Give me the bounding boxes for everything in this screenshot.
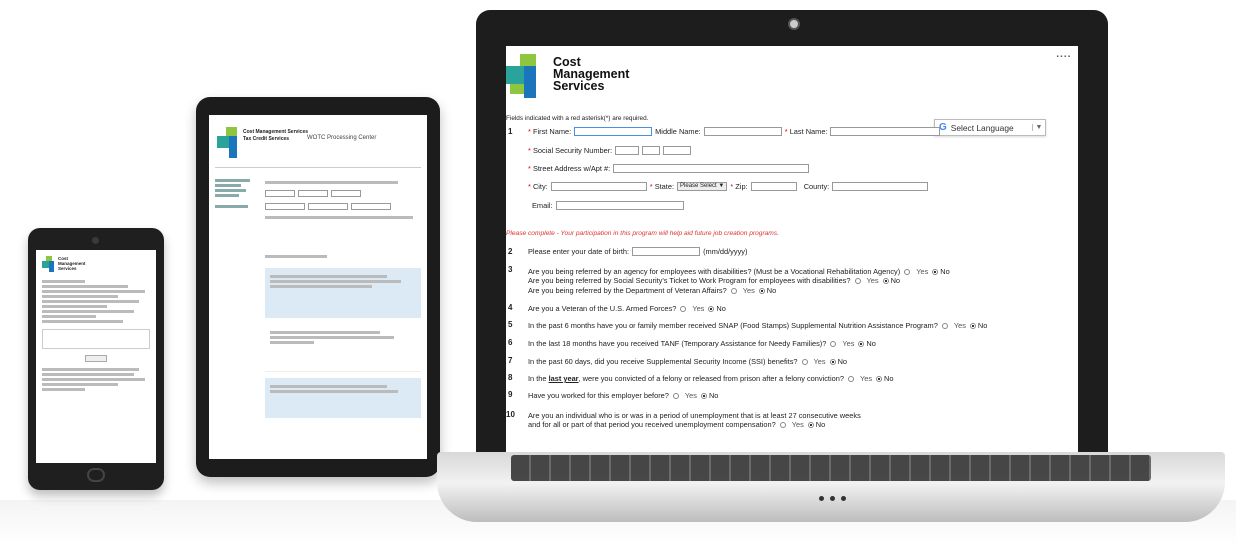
- q10-no-radio[interactable]: [807, 421, 814, 428]
- language-flags[interactable]: ▪ ▪ ▪ ▪: [1056, 54, 1070, 60]
- q3c-no-radio[interactable]: [758, 287, 765, 294]
- q10-yes-radio[interactable]: [779, 421, 786, 428]
- question-5-text: In the past 6 months have you or family …: [528, 321, 938, 330]
- chevron-down-icon: ▼: [1032, 124, 1045, 131]
- tablet-sidebar: [215, 177, 259, 210]
- question-number-8: 8: [508, 373, 513, 382]
- q7-yes-radio[interactable]: [801, 358, 808, 365]
- q4-yes-radio[interactable]: [680, 305, 687, 312]
- phone-screen: Cost Management Services: [36, 250, 156, 463]
- email-label: Email:: [532, 201, 553, 210]
- question-10a-text: Are you an individual who is or was in a…: [528, 411, 861, 420]
- street-label: Street Address w/Apt #:: [532, 164, 611, 173]
- question-number-7: 7: [508, 356, 513, 365]
- q3a-no-radio[interactable]: [932, 268, 939, 275]
- cms-logo: [506, 54, 542, 98]
- question-3b-text: Are you being referred by Social Securit…: [528, 276, 851, 285]
- q4-no-radio[interactable]: [708, 305, 715, 312]
- question-9-text: Have you worked for this employer before…: [528, 391, 669, 400]
- county-label: County:: [803, 182, 830, 191]
- middle-name-input[interactable]: [703, 127, 782, 136]
- q3b-yes-radio[interactable]: [854, 277, 861, 284]
- dob-format-hint: (mm/dd/yyyy): [703, 247, 748, 256]
- question-number-10: 10: [506, 410, 515, 419]
- select-language-button[interactable]: G Select Language ▼: [934, 119, 1046, 136]
- question-6-text: In the last 18 months have you received …: [528, 339, 827, 348]
- city-input[interactable]: [550, 182, 647, 191]
- tablet-results: [265, 253, 421, 418]
- laptop-base: [437, 452, 1225, 522]
- laptop-screen: Cost Management Services ▪ ▪ ▪ ▪ Fields in…: [506, 46, 1078, 458]
- dob-input[interactable]: [632, 247, 701, 256]
- laptop-camera: [788, 18, 800, 30]
- phone-device: Cost Management Services: [28, 228, 164, 490]
- email-input[interactable]: [555, 201, 684, 210]
- q5-no-radio[interactable]: [969, 322, 976, 329]
- phone-brand: Cost Management Services: [58, 256, 86, 271]
- tablet-logo: [217, 127, 241, 159]
- question-3a-text: Are you being referred by an agency for …: [528, 267, 901, 276]
- q8-yes-radio[interactable]: [847, 375, 854, 382]
- city-label: City:: [532, 182, 548, 191]
- tablet-search-panel: [265, 179, 421, 221]
- zip-label: Zip:: [735, 182, 748, 191]
- question-number-1: 1: [508, 127, 513, 136]
- laptop-indicator-dots: [819, 496, 846, 501]
- dob-label: Please enter your date of birth:: [528, 247, 630, 256]
- question-10b-text: and for all or part of that period you r…: [528, 420, 776, 429]
- tablet-device: Cost Management Services Tax Credit Servi…: [196, 97, 440, 477]
- question-number-9: 9: [508, 390, 513, 399]
- q3c-yes-radio[interactable]: [730, 287, 737, 294]
- middle-name-label: Middle Name:: [655, 127, 701, 136]
- tablet-brand: Cost Management Services Tax Credit Servi…: [243, 129, 309, 142]
- phone-logo: [42, 256, 54, 272]
- first-name-input[interactable]: [574, 127, 653, 136]
- question-number-2: 2: [508, 247, 513, 256]
- q6-yes-radio[interactable]: [830, 340, 837, 347]
- q3b-no-radio[interactable]: [882, 277, 889, 284]
- zip-input[interactable]: [750, 182, 797, 191]
- last-name-input[interactable]: [830, 127, 941, 136]
- q8-no-radio[interactable]: [876, 375, 883, 382]
- q7-no-radio[interactable]: [829, 358, 836, 365]
- county-input[interactable]: [832, 182, 929, 191]
- first-name-label: First Name:: [532, 127, 572, 136]
- brand-name: Cost Management Services: [553, 55, 630, 93]
- required-note: Fields indicated with a red asterisk(*) …: [506, 115, 649, 122]
- state-select[interactable]: Please Select ▼: [677, 182, 728, 191]
- q3a-yes-radio[interactable]: [904, 268, 911, 275]
- question-number-6: 6: [508, 338, 513, 347]
- q9-no-radio[interactable]: [700, 392, 707, 399]
- q9-yes-radio[interactable]: [672, 392, 679, 399]
- laptop-device: Cost Management Services ▪ ▪ ▪ ▪ Fields in…: [476, 10, 1108, 458]
- wotc-form: Cost Management Services ▪ ▪ ▪ ▪ Fields in…: [506, 54, 1070, 429]
- q6-no-radio[interactable]: [858, 340, 865, 347]
- question-8-text: , were you convicted of a felony or rele…: [578, 374, 844, 383]
- q5-yes-radio[interactable]: [941, 322, 948, 329]
- question-3c-text: Are you being referred by the Department…: [528, 286, 727, 295]
- laptop-keyboard: [511, 455, 1151, 481]
- state-label: State:: [654, 182, 675, 191]
- ssn-part3-input[interactable]: [663, 146, 692, 155]
- tablet-page-title: WOTC Processing Center: [307, 135, 377, 141]
- ssn-part2-input[interactable]: [642, 146, 661, 155]
- question-4-text: Are you a Veteran of the U.S. Armed Forc…: [528, 304, 677, 313]
- phone-home-button: [87, 468, 105, 482]
- question-number-4: 4: [508, 303, 513, 312]
- question-number-5: 5: [508, 320, 513, 329]
- phone-camera: [92, 237, 99, 244]
- last-name-label: Last Name:: [789, 127, 828, 136]
- question-number-3: 3: [508, 265, 513, 274]
- question-7-text: In the past 60 days, did you receive Sup…: [528, 357, 798, 366]
- last-year-emphasis: last year: [548, 374, 579, 383]
- ssn-part1-input[interactable]: [615, 146, 640, 155]
- tablet-screen: Cost Management Services Tax Credit Servi…: [209, 115, 427, 459]
- ssn-label: Social Security Number:: [532, 146, 613, 155]
- participation-note: Please complete - Your participation in …: [506, 230, 779, 237]
- phone-form-preview: [42, 278, 150, 393]
- street-input[interactable]: [613, 164, 810, 173]
